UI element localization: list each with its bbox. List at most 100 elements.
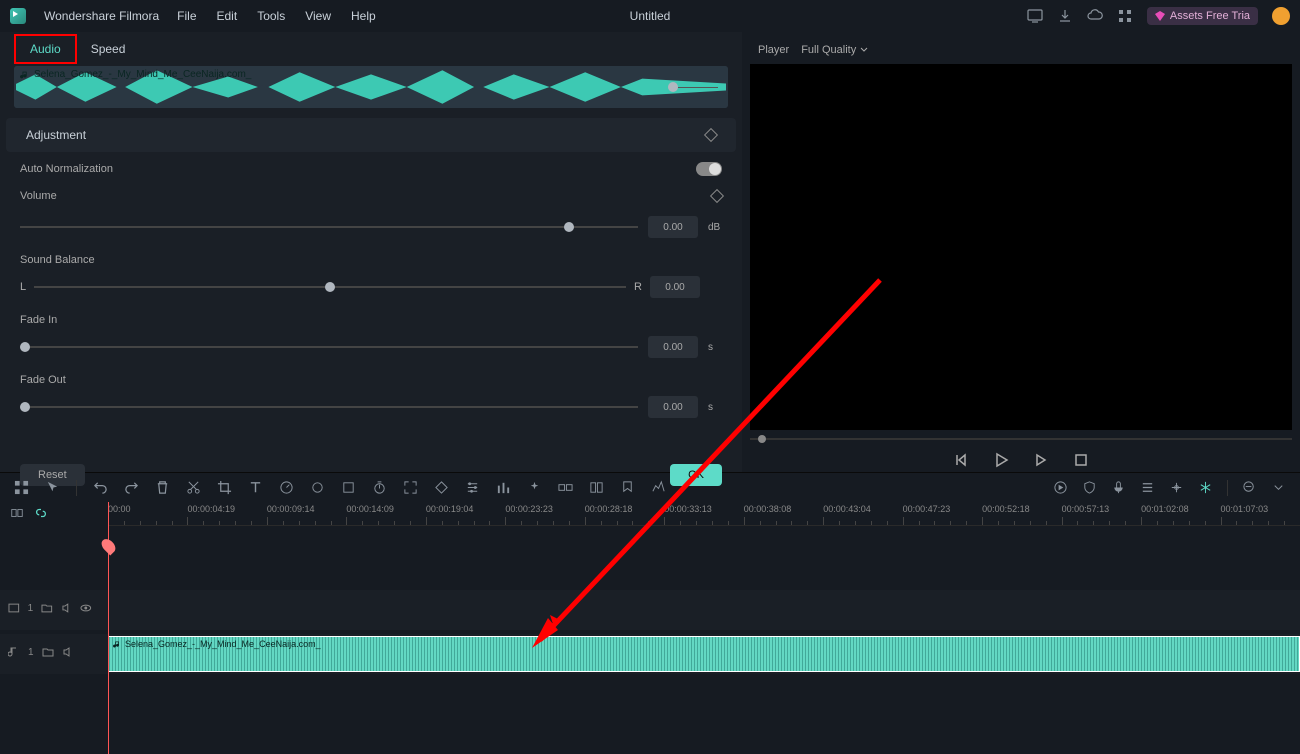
volume-unit: dB — [708, 222, 722, 233]
audio-track[interactable]: 1 Selena_Gomez_-_My_Mind_Me_CeeNaija.com… — [0, 634, 1300, 674]
audio-clip[interactable]: Selena_Gomez_-_My_Mind_Me_CeeNaija.com_ — [108, 636, 1300, 672]
grid-tool-icon[interactable] — [14, 480, 29, 495]
menu-edit[interactable]: Edit — [217, 9, 238, 23]
cut-icon[interactable] — [186, 480, 201, 495]
magic-icon[interactable] — [527, 480, 542, 495]
keyframe-diamond-icon[interactable] — [704, 128, 718, 142]
zoom-out-icon[interactable] — [1242, 480, 1257, 495]
undo-icon[interactable] — [93, 480, 108, 495]
menu-view[interactable]: View — [305, 9, 331, 23]
app-name: Wondershare Filmora — [44, 9, 159, 23]
quality-value: Full Quality — [801, 44, 856, 56]
fade-out-slider[interactable] — [20, 406, 638, 408]
ruler-tick: 00:00:47:23 — [903, 504, 951, 514]
playhead[interactable] — [108, 502, 109, 754]
cursor-tool-icon[interactable] — [45, 480, 60, 495]
fade-out-unit: s — [708, 402, 722, 413]
preview-panel: Player Full Quality — [742, 32, 1300, 472]
top-menu-bar: Wondershare Filmora File Edit Tools View… — [0, 0, 1300, 32]
assets-free-trial-button[interactable]: Assets Free Tria — [1147, 7, 1258, 25]
list-icon[interactable] — [1140, 480, 1155, 495]
menu-file[interactable]: File — [177, 9, 196, 23]
snap-icon[interactable] — [1169, 480, 1184, 495]
snowflake-icon[interactable] — [1198, 480, 1213, 495]
timeline-ruler[interactable]: 00:0000:00:04:1900:00:09:1400:00:14:0900… — [108, 502, 1300, 526]
ruler-tick: 00:00:33:13 — [664, 504, 712, 514]
balance-value[interactable]: 0.00 — [650, 276, 700, 298]
ok-button[interactable]: OK — [670, 464, 722, 486]
delete-icon[interactable] — [155, 480, 170, 495]
ruler-tick: 00:00:43:04 — [823, 504, 871, 514]
stop-button[interactable] — [1073, 452, 1089, 468]
ruler-tick: 00:00:52:18 — [982, 504, 1030, 514]
tab-audio[interactable]: Audio — [14, 34, 77, 64]
app-logo-icon — [10, 8, 26, 24]
sound-balance-label: Sound Balance — [20, 254, 722, 266]
text-icon[interactable] — [248, 480, 263, 495]
audio-track-number: 1 — [28, 647, 34, 658]
auto-normalization-toggle[interactable] — [696, 162, 722, 176]
mute-icon[interactable] — [62, 646, 74, 658]
cloud-icon[interactable] — [1087, 8, 1103, 24]
video-preview[interactable] — [750, 64, 1292, 430]
audio-mixer-icon[interactable] — [496, 480, 511, 495]
equalizer-icon[interactable] — [651, 480, 666, 495]
video-track[interactable]: 1 — [0, 590, 1300, 630]
crop-icon[interactable] — [217, 480, 232, 495]
preview-scrubber[interactable] — [750, 438, 1292, 440]
link-track-icon[interactable] — [10, 506, 24, 520]
color-icon[interactable] — [310, 480, 325, 495]
player-label: Player — [758, 44, 789, 56]
fade-in-slider[interactable] — [20, 346, 638, 348]
mute-icon[interactable] — [61, 602, 73, 614]
keyframe-icon[interactable] — [434, 480, 449, 495]
balance-slider[interactable] — [34, 286, 626, 288]
redo-icon[interactable] — [124, 480, 139, 495]
timer-icon[interactable] — [372, 480, 387, 495]
chain-icon[interactable] — [34, 506, 48, 520]
adjustment-section-header[interactable]: Adjustment — [6, 118, 736, 152]
diamond-icon — [1155, 11, 1165, 21]
folder-icon[interactable] — [41, 602, 53, 614]
menu-help[interactable]: Help — [351, 9, 376, 23]
fade-out-value[interactable]: 0.00 — [648, 396, 698, 418]
play-button[interactable] — [993, 452, 1009, 468]
waveform-marker[interactable] — [668, 82, 678, 92]
speed-icon[interactable] — [279, 480, 294, 495]
volume-slider[interactable] — [20, 226, 638, 228]
shield-icon[interactable] — [1082, 480, 1097, 495]
tab-speed[interactable]: Speed — [77, 36, 140, 62]
assets-btn-label: Assets Free Tria — [1170, 10, 1250, 22]
render-icon[interactable] — [1053, 480, 1068, 495]
ruler-tick: 00:00 — [108, 504, 131, 514]
eye-icon[interactable] — [80, 602, 92, 614]
grid-icon[interactable] — [1117, 8, 1133, 24]
quality-dropdown[interactable]: Full Quality — [801, 44, 868, 56]
folder-icon[interactable] — [42, 646, 54, 658]
volume-value[interactable]: 0.00 — [648, 216, 698, 238]
adjust-icon[interactable] — [465, 480, 480, 495]
mic-icon[interactable] — [1111, 480, 1126, 495]
document-title: Untitled — [630, 9, 671, 23]
user-avatar[interactable] — [1272, 7, 1290, 25]
ruler-tick: 00:00:14:09 — [346, 504, 394, 514]
prev-frame-button[interactable] — [953, 452, 969, 468]
display-icon[interactable] — [1027, 8, 1043, 24]
clip-waveform-preview[interactable]: Selena_Gomez_-_My_Mind_Me_CeeNaija.com_ — [14, 66, 728, 108]
chevron-down-icon[interactable] — [1271, 480, 1286, 495]
menu-tools[interactable]: Tools — [257, 9, 285, 23]
fullscreen-icon[interactable] — [403, 480, 418, 495]
volume-keyframe-icon[interactable] — [710, 189, 724, 203]
marker-icon[interactable] — [620, 480, 635, 495]
download-icon[interactable] — [1057, 8, 1073, 24]
video-track-icon — [8, 602, 20, 614]
effects-icon[interactable] — [341, 480, 356, 495]
connect-icon[interactable] — [558, 480, 573, 495]
ruler-tick: 00:00:04:19 — [187, 504, 235, 514]
balance-right-label: R — [634, 281, 642, 293]
next-frame-button[interactable] — [1033, 452, 1049, 468]
split-screen-icon[interactable] — [589, 480, 604, 495]
video-track-number: 1 — [28, 603, 34, 614]
fade-in-value[interactable]: 0.00 — [648, 336, 698, 358]
music-note-icon — [20, 70, 30, 80]
